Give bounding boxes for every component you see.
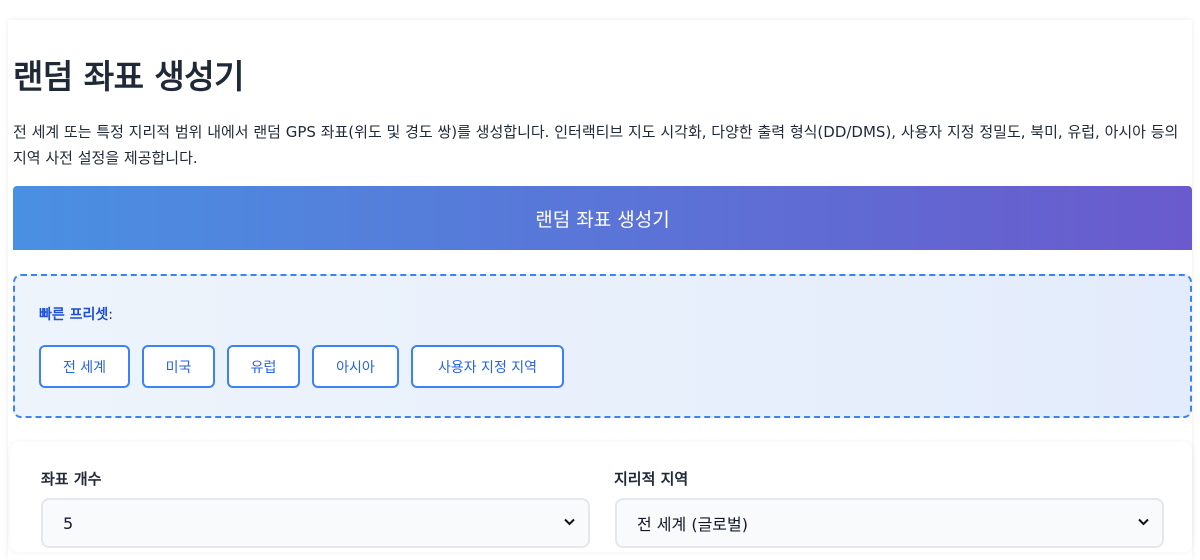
preset-button-usa[interactable]: 미국 (142, 345, 215, 388)
page-description: 전 세계 또는 특정 지리적 범위 내에서 랜덤 GPS 좌표(위도 및 경도 … (13, 123, 1179, 167)
tool-header: 랜덤 좌표 생성기 (13, 186, 1192, 250)
preset-button-world[interactable]: 전 세계 (39, 345, 130, 388)
coordinate-count-value: 5 (63, 513, 74, 533)
page-title: 랜덤 좌표 생성기 (13, 57, 245, 96)
preset-button-custom-region[interactable]: 사용자 지정 지역 (411, 345, 564, 388)
preset-button-asia[interactable]: 아시아 (312, 345, 399, 388)
chevron-down-icon (1138, 518, 1149, 528)
coordinate-count-label: 좌표 개수 (41, 470, 102, 488)
preset-button-europe[interactable]: 유럽 (227, 345, 300, 388)
geographic-region-label: 지리적 지역 (614, 470, 689, 488)
settings-form-card: 좌표 개수 5 지리적 지역 전 세계 (글로벌) (10, 442, 1192, 552)
quick-presets-label-colon: : (108, 307, 113, 323)
chevron-down-icon (564, 518, 575, 528)
quick-presets-label-text: 빠른 프리셋 (39, 307, 109, 323)
quick-presets-label: 빠른 프리셋: (39, 304, 113, 324)
quick-presets-panel: 빠른 프리셋: 전 세계 미국 유럽 아시아 사용자 지정 지역 (13, 274, 1192, 418)
tool-header-title: 랜덤 좌표 생성기 (535, 208, 670, 231)
coordinate-count-select[interactable]: 5 (41, 498, 590, 548)
geographic-region-value: 전 세계 (글로벌) (637, 515, 748, 534)
geographic-region-select[interactable]: 전 세계 (글로벌) (615, 498, 1164, 548)
